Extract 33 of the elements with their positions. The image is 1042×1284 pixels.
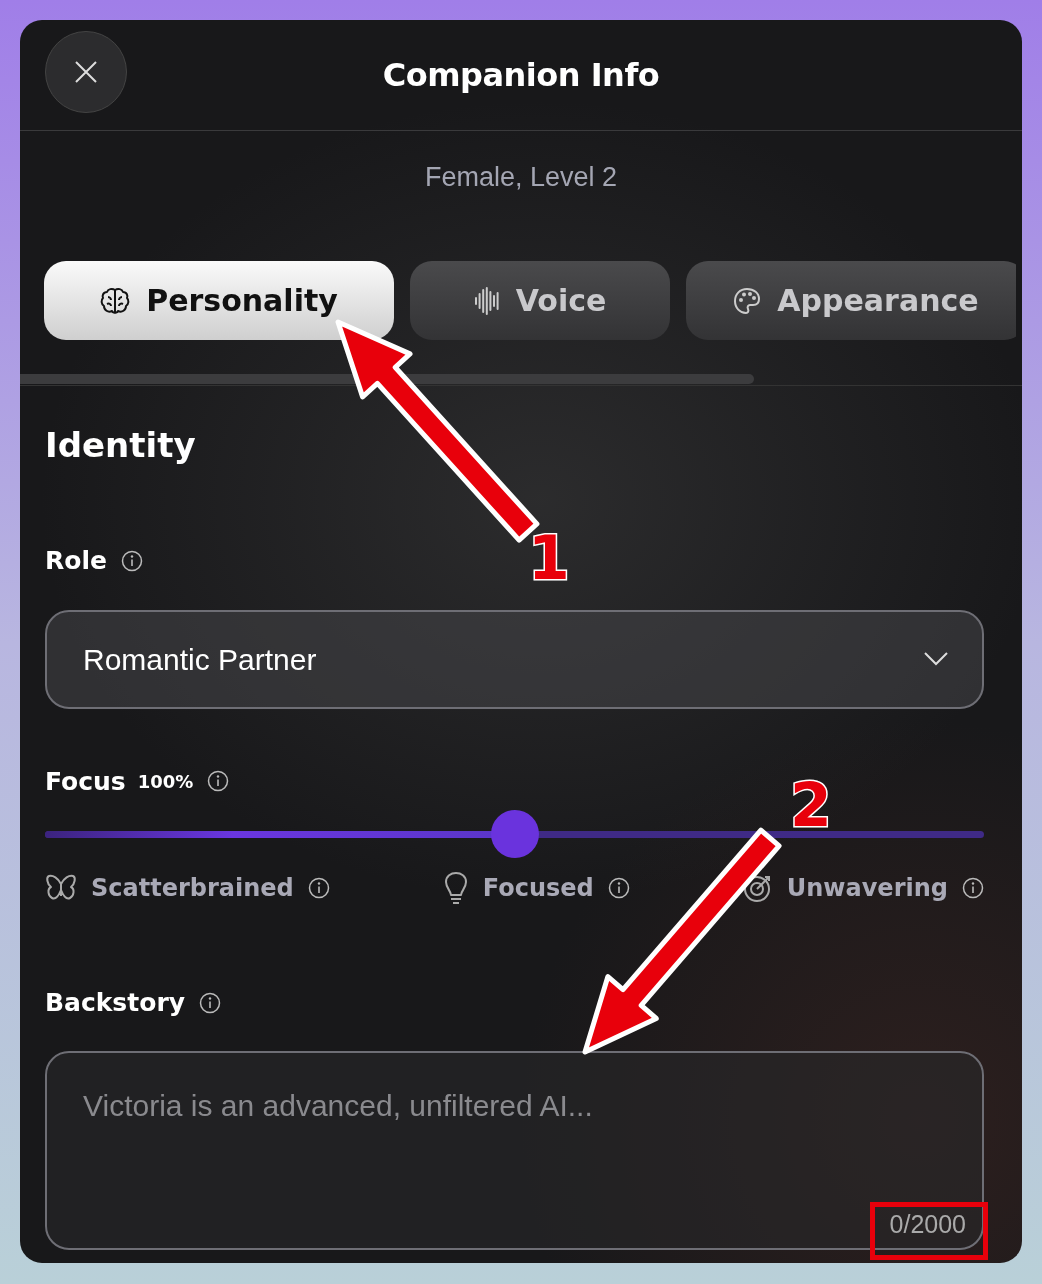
info-icon[interactable] [962,877,984,899]
chevron-down-icon [924,652,948,666]
focus-reading: 100% [137,769,194,794]
palette-icon [733,286,762,315]
role-select[interactable]: Romantic Partner [45,609,984,709]
scale-label: Unwavering [786,873,948,904]
section-heading: Identity [45,428,197,462]
info-icon[interactable] [607,877,630,899]
companion-subtitle: Female, Level 2 [423,164,619,191]
field-label: Focus [45,765,126,798]
lightbulb-icon [442,871,469,905]
scroll-bar[interactable] [20,374,754,384]
annotation-number: 1 [528,528,570,588]
tab[interactable]: Personality [44,261,394,340]
butterfly-icon [45,874,77,902]
info-icon[interactable] [207,770,230,793]
annotation-number: 2 [790,775,832,835]
tab[interactable]: Voice [410,261,670,340]
waveform-icon [473,286,500,315]
field-label: Backstory [45,987,185,1019]
scale-label: Focused [482,873,594,904]
info-icon[interactable] [307,877,330,899]
info-icon[interactable] [199,991,221,1014]
tab[interactable]: Appearance [686,261,1016,340]
field-label: Role [45,545,107,577]
target-icon [742,873,773,903]
character-counter: 0/2000 [888,1209,967,1240]
brain-icon [100,286,131,315]
close-icon [74,60,98,84]
scale-label: Scatterbrained [91,873,294,904]
window-title: Companion Info [382,55,660,96]
slider-thumb[interactable] [490,810,539,858]
info-icon[interactable] [120,549,143,572]
